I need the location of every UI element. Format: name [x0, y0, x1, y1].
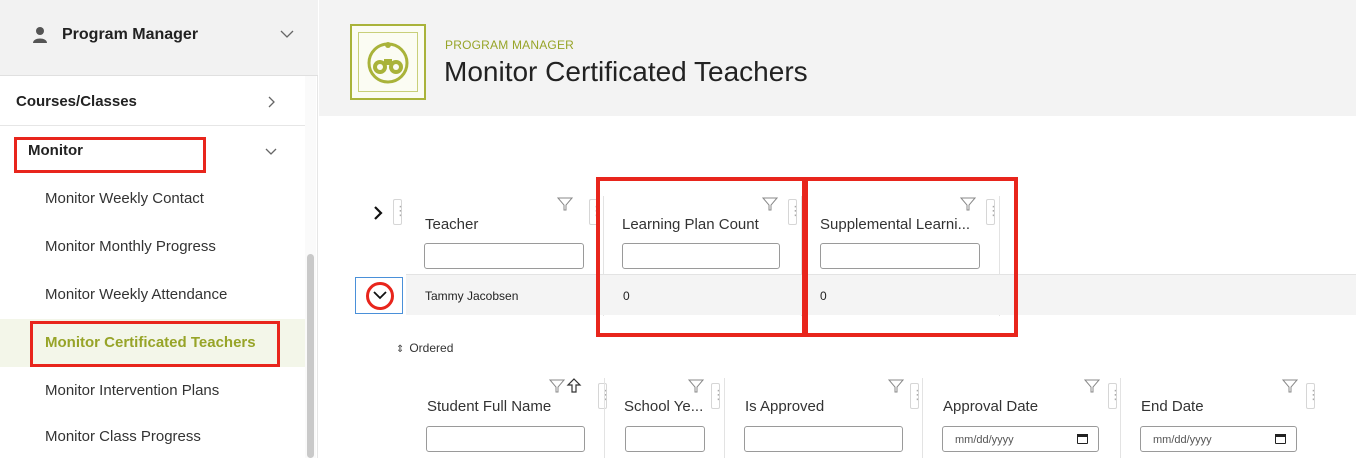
calendar-icon[interactable] — [1077, 434, 1088, 444]
sidebar-item-label: Monitor Weekly Attendance — [45, 286, 228, 303]
sidebar-item-label: Monitor Intervention Plans — [45, 382, 220, 399]
approval-date-input[interactable]: mm/dd/yyyy — [942, 426, 1099, 452]
sidebar-scrollbar[interactable] — [307, 254, 314, 458]
row-expand-button[interactable] — [355, 277, 403, 314]
date-placeholder: mm/dd/yyyy — [1153, 434, 1212, 446]
sidebar-item-monitor-weekly-contact[interactable]: Monitor Weekly Contact — [0, 175, 305, 223]
filter-icon[interactable] — [688, 378, 704, 394]
sidebar-item-monitor-class-progress[interactable]: Monitor Class Progress — [0, 413, 305, 458]
sidebar-item-label: Monitor Monthly Progress — [45, 238, 216, 255]
column-header-end-date[interactable]: End Date — [1141, 398, 1204, 415]
date-placeholder: mm/dd/yyyy — [955, 434, 1014, 446]
filter-icon[interactable] — [888, 378, 904, 394]
cell-teacher: Tammy Jacobsen — [425, 289, 519, 303]
chevron-down-icon[interactable] — [279, 26, 295, 42]
filter-icon[interactable] — [557, 196, 573, 212]
filter-icon[interactable] — [1282, 378, 1298, 394]
column-header-student-full-name[interactable]: Student Full Name — [427, 398, 551, 415]
column-divider — [604, 378, 605, 458]
sidebar-item-label: Monitor — [28, 142, 83, 159]
column-grip[interactable] — [711, 383, 720, 409]
is-approved-filter-input[interactable] — [744, 426, 903, 452]
column-header-approval-date[interactable]: Approval Date — [943, 398, 1038, 415]
column-divider — [922, 378, 923, 458]
chevron-right-icon — [268, 96, 275, 108]
sort-icon: ⇕ — [396, 344, 405, 355]
column-grip[interactable] — [1306, 383, 1315, 409]
logo-frame — [358, 32, 418, 92]
student-full-name-filter-input[interactable] — [426, 426, 585, 452]
sidebar-item-monitor-intervention-plans[interactable]: Monitor Intervention Plans — [0, 367, 305, 415]
column-header-teacher[interactable]: Teacher — [425, 216, 478, 233]
chevron-down-icon — [373, 291, 387, 300]
highlight-box — [596, 177, 806, 337]
sidebar-item-monitor-weekly-attendance[interactable]: Monitor Weekly Attendance — [0, 271, 305, 319]
sidebar-item-courses[interactable]: Courses/Classes — [0, 78, 305, 126]
binoculars-icon — [367, 42, 409, 84]
chevron-down-icon — [265, 148, 277, 155]
page-kicker: PROGRAM MANAGER — [445, 38, 575, 52]
program-manager-logo — [350, 24, 426, 100]
column-grip[interactable] — [910, 383, 919, 409]
column-grip[interactable] — [598, 383, 607, 409]
teacher-filter-input[interactable] — [424, 243, 584, 269]
sidebar-item-monitor-certificated-teachers[interactable]: Monitor Certificated Teachers — [0, 319, 305, 367]
column-grip[interactable] — [1108, 383, 1117, 409]
column-grip[interactable] — [393, 199, 402, 225]
sidebar-item-monitor[interactable]: Monitor — [0, 127, 305, 175]
sidebar-item-label: Monitor Certificated Teachers — [45, 334, 256, 351]
sidebar-item-monitor-monthly-progress[interactable]: Monitor Monthly Progress — [0, 223, 305, 271]
user-icon — [33, 27, 47, 43]
calendar-icon[interactable] — [1275, 434, 1286, 444]
highlight-box — [804, 177, 1018, 337]
column-header-is-approved[interactable]: Is Approved — [745, 398, 824, 415]
sidebar-item-label: Courses/Classes — [16, 93, 137, 110]
sidebar: Program Manager Courses/Classes Monitor … — [0, 0, 318, 458]
filter-icon[interactable] — [1084, 378, 1100, 394]
sidebar-item-label: Monitor Class Progress — [45, 428, 201, 445]
sidebar-header-title: Program Manager — [62, 26, 199, 43]
sidebar-header[interactable]: Program Manager — [0, 0, 318, 76]
column-header-school-year[interactable]: School Ye... — [624, 398, 703, 415]
filter-icon[interactable] — [549, 378, 565, 394]
sort-ascending-icon[interactable] — [566, 378, 582, 394]
page-title: Monitor Certificated Teachers — [444, 56, 808, 87]
column-divider — [724, 378, 725, 458]
sidebar-item-label: Monitor Weekly Contact — [45, 190, 204, 207]
column-divider — [1120, 378, 1121, 458]
school-year-filter-input[interactable] — [625, 426, 705, 452]
expand-all-icon[interactable] — [372, 205, 384, 221]
ordered-text: Ordered — [409, 341, 454, 355]
ordered-label[interactable]: ⇕ Ordered — [396, 341, 453, 355]
end-date-input[interactable]: mm/dd/yyyy — [1140, 426, 1297, 452]
